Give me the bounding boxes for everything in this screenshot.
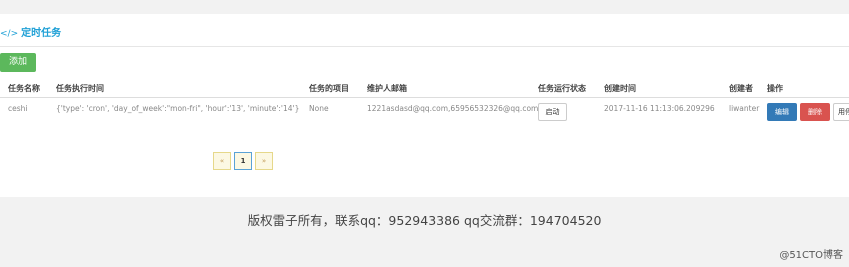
pagination-page-1[interactable]: 1 [234,152,252,170]
cell-schedule: {'type': 'cron', 'day_of_week':"mon-fri"… [56,104,300,113]
panel-header: </> 定时任务 [0,14,849,47]
start-button[interactable]: 启动 [538,103,567,121]
header-status: 任务运行状态 [538,84,586,93]
panel-title-text: 定时任务 [21,28,62,39]
watermark: @51CTO博客 [779,250,843,261]
cell-email: 1221asdasd@qq.com,659565323​26@qq.com [367,104,539,113]
header-email: 维护人邮箱 [367,84,407,93]
pagination-next[interactable]: » [255,152,273,170]
header-actions: 操作 [767,84,783,93]
cell-project: None [309,104,329,113]
cell-task-name: ceshi [8,104,28,113]
task-panel: </> 定时任务 添加 任务名称 任务执行时间 任务的项目 维护人邮箱 任务运行状… [0,14,849,197]
delete-button[interactable]: 删除 [800,103,830,121]
add-button[interactable]: 添加 [0,53,36,72]
header-divider [0,97,849,98]
header-schedule: 任务执行时间 [56,84,104,93]
header-creator: 创建者 [729,84,753,93]
header-project: 任务的项目 [309,84,349,93]
header-created-time: 创建时间 [604,84,636,93]
pagination-prev[interactable]: « [213,152,231,170]
code-icon: </> [0,29,19,39]
header-task-name: 任务名称 [8,84,40,93]
cell-created-time: 2017-11-16 11:13:06.209296 [604,104,715,113]
cell-creator: liwanter [729,104,760,113]
edit-button[interactable]: 编辑 [767,103,797,121]
footer-copyright: 版权雷子所有，联系qq：952943386 qq交流群：194704520 [247,213,602,228]
panel-title: </> 定时任务 [0,24,61,39]
disable-button[interactable]: 用停 [833,103,849,121]
top-strip [0,0,849,14]
